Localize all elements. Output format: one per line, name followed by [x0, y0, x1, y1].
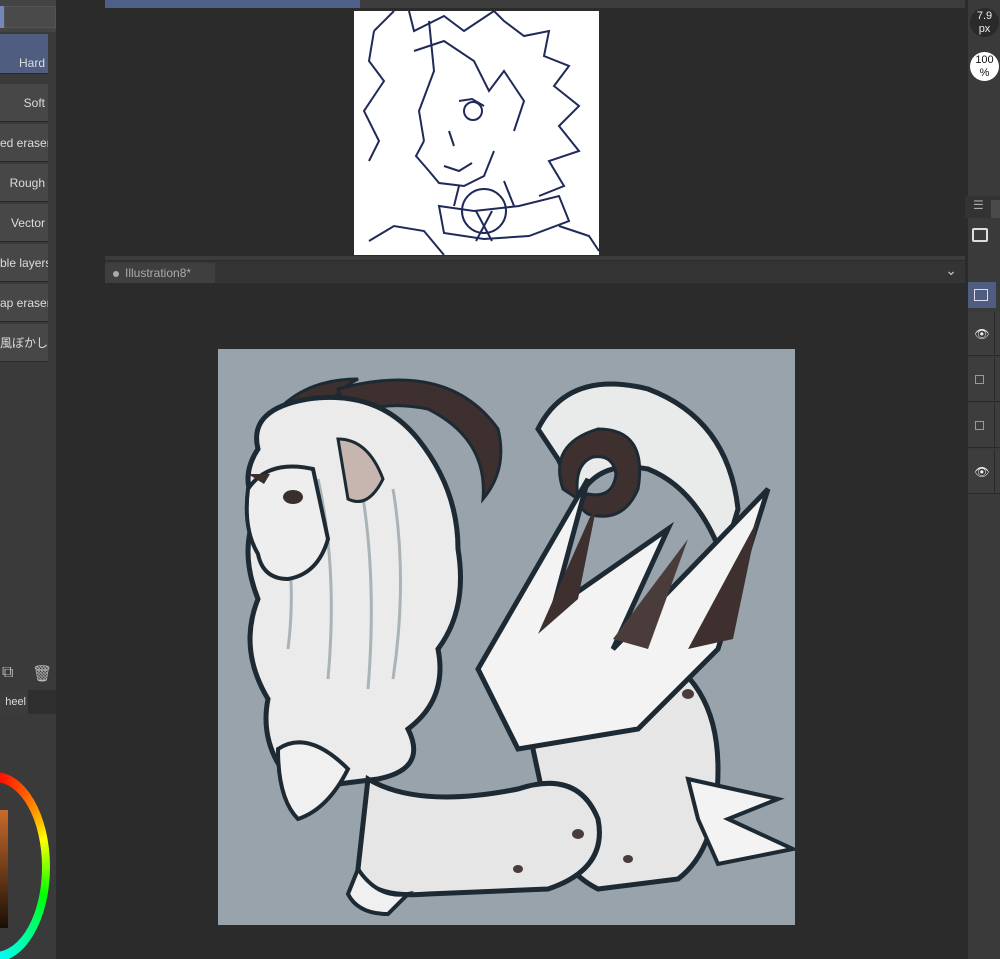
visibility-checkbox[interactable]	[975, 375, 984, 384]
sub-tool-group-box[interactable]	[4, 6, 56, 28]
upper-document-tab[interactable]	[105, 0, 360, 8]
layer-row[interactable]	[968, 404, 1000, 448]
layer-row[interactable]	[968, 358, 1000, 402]
canvas-split-bar[interactable]	[105, 256, 965, 260]
layer-row[interactable]: 👁	[968, 312, 1000, 356]
document-tab-label: Illustration8*	[125, 266, 192, 280]
tool-label: Vector	[10, 216, 45, 230]
layer-tools	[968, 222, 1000, 282]
eye-icon[interactable]: 👁	[972, 462, 992, 482]
new-raster-layer-icon[interactable]	[972, 228, 988, 242]
visibility-checkbox[interactable]	[975, 421, 984, 430]
trash-icon[interactable]: 🗑	[32, 664, 52, 684]
tool-eraser-multiple-layers[interactable]: ble layers	[0, 244, 48, 282]
eye-icon[interactable]: 👁	[972, 324, 992, 344]
layer-row-divider	[994, 358, 995, 402]
document-tab-illustration8[interactable]: Illustration8*	[105, 263, 215, 283]
main-canvas[interactable]	[218, 349, 795, 925]
layer-property-button[interactable]	[968, 282, 996, 308]
tool-label: ed eraser	[0, 136, 48, 150]
tool-eraser-soft[interactable]: Soft	[0, 84, 48, 122]
layer-panel-header: ☰	[965, 196, 1000, 218]
dragon-artwork	[244, 377, 795, 917]
tool-eraser-blur[interactable]: 風ぼかし	[0, 324, 48, 362]
layer-row-divider	[994, 450, 995, 494]
tool-eraser-snap[interactable]: ap eraser	[0, 284, 48, 322]
upper-document-tabbar	[105, 0, 965, 8]
zoom-indicator[interactable]: 100 %	[970, 52, 999, 81]
tool-eraser-vector[interactable]: Vector	[0, 204, 48, 242]
tool-eraser-rough[interactable]: Rough	[0, 164, 48, 202]
color-saturation-square[interactable]	[0, 810, 8, 928]
sketch-artwork	[362, 11, 599, 255]
layer-row-divider	[994, 404, 995, 448]
tool-label: ble layers	[0, 256, 48, 270]
sub-tool-actions: ⧉ 🗑	[0, 660, 56, 688]
layer-property-icon	[974, 289, 988, 301]
brush-size-unit: px	[978, 23, 991, 35]
zoom-unit: %	[979, 67, 990, 79]
tool-label: Soft	[23, 96, 45, 110]
layer-panel-tab[interactable]	[991, 200, 1000, 218]
color-panel-tabbar: heel	[0, 690, 56, 714]
color-wheel-tab[interactable]: heel	[0, 690, 28, 714]
brush-size-value: 7.9	[976, 10, 993, 22]
unsaved-dot-icon	[113, 270, 119, 277]
panel-divider	[48, 32, 56, 372]
zoom-value: 100	[975, 54, 994, 66]
tool-label: 風ぼかし	[0, 336, 48, 350]
color-wheel-tab-label: heel	[5, 696, 26, 708]
sub-tool-header	[0, 0, 56, 32]
tool-label: ap eraser	[0, 296, 48, 310]
color-wheel-panel	[0, 714, 56, 959]
tool-eraser-3[interactable]: ed eraser	[0, 124, 48, 162]
chevron-down-icon[interactable]: ⌄	[945, 262, 957, 279]
layer-row-divider	[994, 312, 995, 356]
tool-eraser-hard[interactable]: Hard	[0, 34, 48, 74]
tool-label: Rough	[9, 176, 45, 190]
layer-row[interactable]: 👁	[968, 450, 1000, 494]
brush-size-indicator[interactable]: 7.9 px	[970, 8, 999, 37]
upper-canvas[interactable]	[354, 11, 599, 255]
duplicate-icon[interactable]: ⧉	[2, 664, 13, 682]
menu-icon[interactable]: ☰	[973, 198, 984, 212]
tool-label: Hard	[18, 56, 45, 70]
lower-document-tabbar: Illustration8* ⌄	[105, 261, 965, 283]
